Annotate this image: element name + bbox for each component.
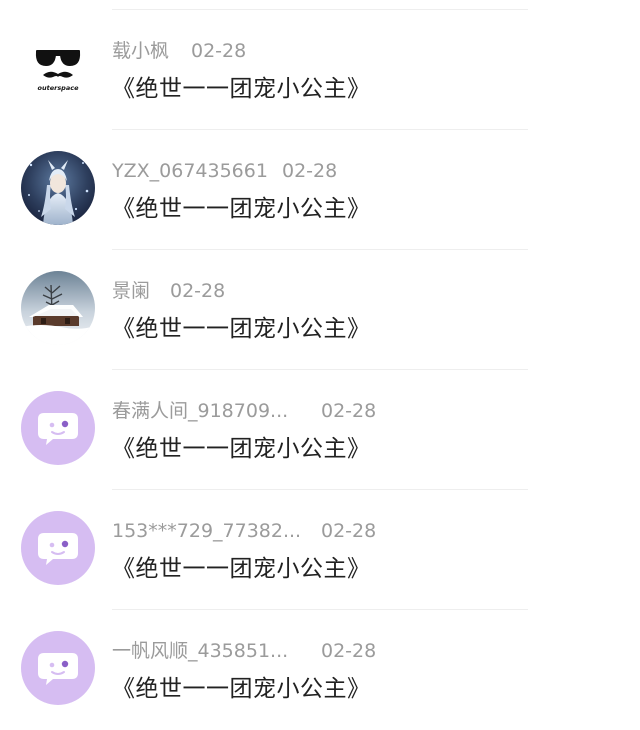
username[interactable]: 春满人间_918709... [112, 397, 288, 425]
username[interactable]: 153***729_77382... [112, 517, 301, 545]
anime-character-photo-icon [21, 151, 95, 225]
comment-date: 02-28 [321, 640, 377, 662]
comment-item[interactable]: YZX_067435661 02-28 《绝世一一团宠小公主》 [0, 130, 640, 250]
comment-text: 《绝世一一团宠小公主》 [112, 436, 371, 462]
comment-text: 《绝世一一团宠小公主》 [112, 556, 371, 582]
comment-date: 02-28 [170, 280, 226, 302]
comment-meta: 153***729_77382... 02-28 [112, 517, 376, 545]
snowy-house-photo-icon [21, 271, 95, 345]
username[interactable]: 景阑 [112, 277, 150, 305]
comment-text: 《绝世一一团宠小公主》 [112, 316, 371, 342]
comment-date: 02-28 [191, 40, 247, 62]
comment-text: 《绝世一一团宠小公主》 [112, 676, 371, 702]
comment-meta: 载小枫 02-28 [112, 37, 246, 65]
chat-bubble-icon [38, 653, 78, 685]
comment-item[interactable]: 春满人间_918709... 02-28 《绝世一一团宠小公主》 [0, 370, 640, 490]
comment-text: 《绝世一一团宠小公主》 [112, 196, 371, 222]
comment-date: 02-28 [321, 520, 377, 542]
comment-item[interactable]: 153***729_77382... 02-28 《绝世一一团宠小公主》 [0, 490, 640, 610]
chat-bubble-icon [38, 533, 78, 565]
avatar-caption: outerspace [38, 84, 80, 92]
comment-date: 02-28 [321, 400, 377, 422]
comment-list: outerspace 载小枫 02-28 《绝世一一团宠小公主》 YZX_067… [0, 10, 640, 730]
avatar[interactable] [21, 151, 95, 225]
username[interactable]: YZX_067435661 [112, 157, 268, 185]
comment-meta: 一帆风顺_435851... 02-28 [112, 637, 376, 665]
comment-date: 02-28 [282, 160, 338, 182]
avatar[interactable]: outerspace [21, 31, 95, 105]
username[interactable]: 一帆风顺_435851... [112, 637, 288, 665]
chat-bubble-icon [38, 413, 78, 445]
avatar[interactable] [21, 511, 95, 585]
comment-meta: 景阑 02-28 [112, 277, 225, 305]
comment-item[interactable]: 一帆风顺_435851... 02-28 《绝世一一团宠小公主》 [0, 610, 640, 730]
sunglasses-mustache-logo-icon: outerspace [35, 50, 81, 92]
avatar[interactable] [21, 631, 95, 705]
username[interactable]: 载小枫 [112, 37, 169, 65]
avatar[interactable] [21, 271, 95, 345]
comment-text: 《绝世一一团宠小公主》 [112, 76, 371, 102]
comment-item[interactable]: 景阑 02-28 《绝世一一团宠小公主》 [0, 250, 640, 370]
comment-meta: 春满人间_918709... 02-28 [112, 397, 376, 425]
comment-meta: YZX_067435661 02-28 [112, 157, 337, 185]
comment-item[interactable]: outerspace 载小枫 02-28 《绝世一一团宠小公主》 [0, 10, 640, 130]
avatar[interactable] [21, 391, 95, 465]
